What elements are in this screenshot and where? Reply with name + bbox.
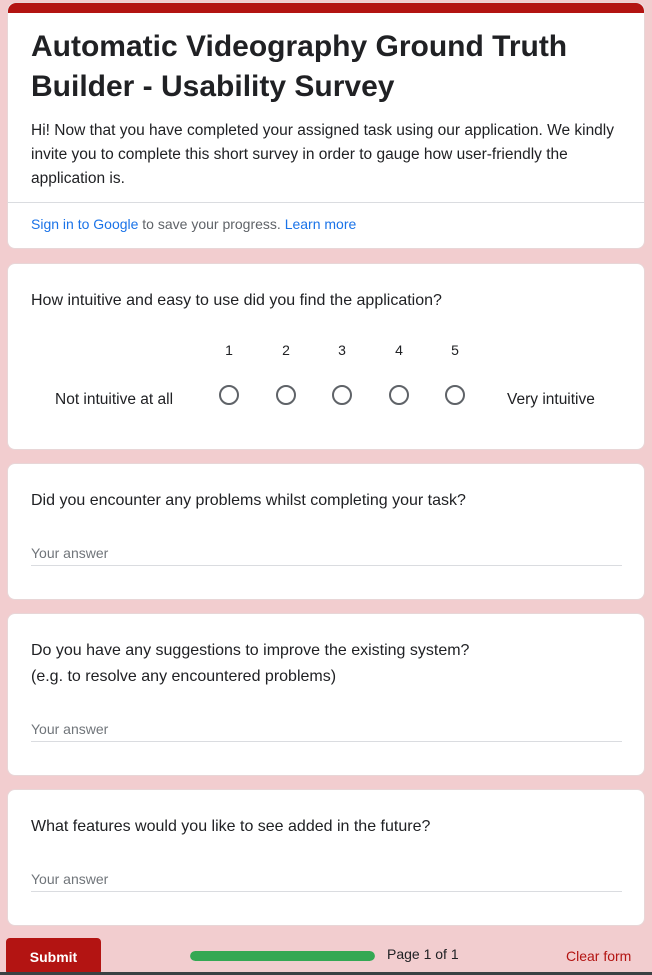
scale-number-4: 4 xyxy=(395,342,403,358)
question-title: What features would you like to see adde… xyxy=(31,818,431,835)
scale-high-label: Very intuitive xyxy=(507,391,595,408)
progress-bar-fill xyxy=(190,951,375,961)
scale-radio-4[interactable] xyxy=(389,385,409,405)
scale-number-1: 1 xyxy=(225,342,233,358)
question-card-features: What features would you like to see adde… xyxy=(7,789,645,926)
form-header-card: Automatic Videography Ground Truth Build… xyxy=(7,2,645,249)
answer-input-suggestions[interactable] xyxy=(31,716,622,742)
form-title: Automatic Videography Ground Truth Build… xyxy=(31,30,568,103)
question-card-intuitive: How intuitive and easy to use did you fi… xyxy=(7,263,645,450)
question-card-problems: Did you encounter any problems whilst co… xyxy=(7,463,645,600)
answer-input-features[interactable] xyxy=(31,866,622,892)
question-title-line1: Do you have any suggestions to improve t… xyxy=(31,642,470,659)
form-description: Hi! Now that you have completed your ass… xyxy=(31,122,614,187)
question-title: Do you have any suggestions to improve t… xyxy=(31,638,621,690)
learn-more-link[interactable]: Learn more xyxy=(285,216,357,232)
question-title: Did you encounter any problems whilst co… xyxy=(31,492,466,509)
answer-input-problems[interactable] xyxy=(31,540,622,566)
scale-number-2: 2 xyxy=(282,342,290,358)
header-divider xyxy=(8,202,644,203)
scale-radio-1[interactable] xyxy=(219,385,239,405)
progress-bar xyxy=(190,951,375,961)
scale-radio-2[interactable] xyxy=(276,385,296,405)
clear-form-button[interactable]: Clear form xyxy=(566,948,631,964)
scale-number-5: 5 xyxy=(451,342,459,358)
signin-link[interactable]: Sign in to Google xyxy=(31,216,138,232)
scale-number-3: 3 xyxy=(338,342,346,358)
submit-button[interactable]: Submit xyxy=(6,938,101,975)
signin-text: to save your progress. xyxy=(138,216,285,232)
question-card-suggestions: Do you have any suggestions to improve t… xyxy=(7,613,645,776)
scale-radio-5[interactable] xyxy=(445,385,465,405)
scale-radio-3[interactable] xyxy=(332,385,352,405)
question-title: How intuitive and easy to use did you fi… xyxy=(31,292,442,309)
header-accent-bar xyxy=(8,3,644,13)
scale-low-label: Not intuitive at all xyxy=(55,391,174,408)
question-title-line2: (e.g. to resolve any encountered problem… xyxy=(31,668,337,685)
signin-line: Sign in to Google to save your progress.… xyxy=(31,214,356,234)
page-indicator: Page 1 of 1 xyxy=(387,946,459,962)
